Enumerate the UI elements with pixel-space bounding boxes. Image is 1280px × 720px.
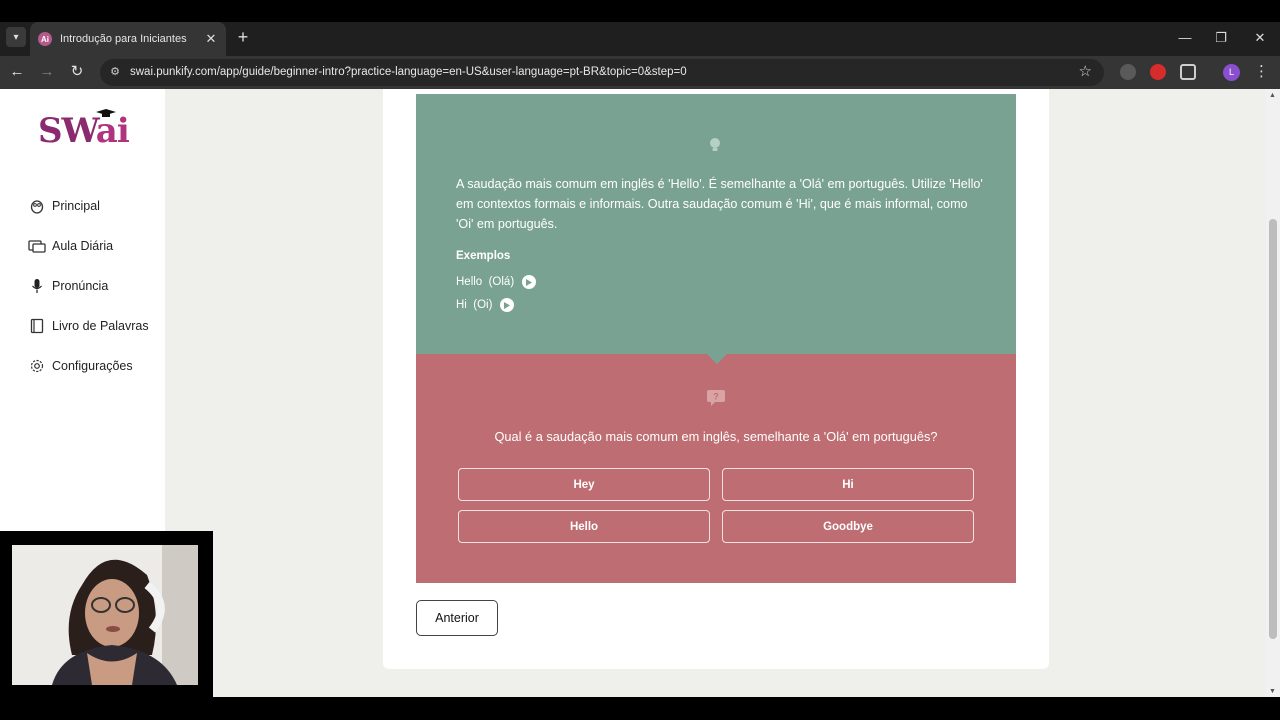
example-item: Hi (Oi) (456, 298, 515, 312)
scroll-up-arrow-icon[interactable]: ▲ (1269, 92, 1276, 99)
panel-notch (706, 353, 728, 364)
explanation-panel: A saudação mais comum em inglês é 'Hello… (416, 94, 1016, 354)
tab-title: Introdução para Iniciantes (60, 33, 187, 45)
tab-strip: ▾ Ai Introdução para Iniciantes ✕ + — ❐ … (0, 22, 1280, 56)
sidebar-item-label: Pronúncia (52, 279, 109, 293)
webcam-overlay (0, 531, 213, 697)
lesson-card: A saudação mais comum em inglês é 'Hello… (383, 89, 1049, 669)
tab-search-button[interactable]: ▾ (6, 27, 26, 47)
tab-close-icon[interactable]: ✕ (204, 31, 218, 47)
url-text[interactable]: swai.punkify.com/app/guide/beginner-intr… (130, 66, 687, 78)
browser-tab[interactable]: Ai Introdução para Iniciantes ✕ (30, 22, 226, 56)
swai-logo[interactable]: SWai (38, 109, 130, 151)
sidebar-item-livro-de-palavras[interactable]: Livro de Palavras (28, 315, 149, 337)
play-audio-icon[interactable] (522, 275, 537, 289)
browser-menu-icon[interactable]: ⋮ (1254, 61, 1269, 83)
previous-button[interactable]: Anterior (416, 600, 498, 636)
examples-heading: Exemplos (456, 250, 511, 262)
page-scrollbar[interactable]: ▲ ▼ (1266, 89, 1280, 697)
book-icon (28, 317, 46, 335)
option-button[interactable]: Hello (458, 510, 710, 543)
extensions-puzzle-icon[interactable] (1180, 64, 1196, 80)
navigation-bar: ← → ↻ ⚙ swai.punkify.com/app/guide/begin… (0, 56, 1280, 89)
owl-icon (28, 197, 46, 215)
restore-button[interactable]: ❐ (1208, 27, 1234, 49)
play-audio-icon[interactable] (500, 298, 515, 312)
reload-button[interactable]: ↻ (64, 60, 90, 84)
sidebar-item-label: Livro de Palavras (52, 319, 149, 333)
screens-icon (28, 237, 46, 255)
question-bubble-icon: ? (707, 390, 725, 406)
bookmark-star-icon[interactable]: ☆ (1079, 63, 1092, 81)
extension-stop-icon[interactable] (1150, 64, 1166, 80)
new-tab-button[interactable]: + (234, 26, 252, 50)
scroll-down-arrow-icon[interactable]: ▼ (1269, 688, 1276, 695)
example-item: Hello (Olá) (456, 275, 537, 289)
quiz-question: Qual é a saudação mais comum em inglês, … (494, 429, 938, 444)
screen-bottom-bar (0, 697, 1280, 720)
microphone-icon (28, 277, 46, 295)
minimize-button[interactable]: — (1172, 27, 1198, 49)
profile-avatar[interactable]: L (1223, 64, 1240, 81)
screen-top-bar (0, 0, 1280, 22)
svg-text:?: ? (713, 392, 719, 402)
extension-icon[interactable] (1120, 64, 1136, 80)
sidebar-item-label: Configurações (52, 359, 133, 373)
gear-icon (28, 357, 46, 375)
lightbulb-icon (710, 138, 720, 151)
option-button[interactable]: Goodbye (722, 510, 974, 543)
graduation-cap-icon (96, 109, 116, 117)
close-window-button[interactable]: ✕ (1247, 27, 1273, 49)
explanation-text: A saudação mais comum em inglês é 'Hello… (456, 177, 983, 231)
quiz-panel: ? Qual é a saudação mais comum em inglês… (416, 353, 1016, 583)
address-bar[interactable]: ⚙ swai.punkify.com/app/guide/beginner-in… (100, 59, 1104, 86)
sidebar-item-principal[interactable]: Principal (28, 195, 100, 217)
example-text: Hi (Oi) (456, 299, 493, 311)
sidebar-item-pronuncia[interactable]: Pronúncia (28, 275, 108, 297)
option-button[interactable]: Hey (458, 468, 710, 501)
swai-favicon-icon: Ai (38, 32, 52, 46)
sidebar-item-aula-diaria[interactable]: Aula Diária (28, 235, 113, 257)
site-info-icon[interactable]: ⚙ (108, 65, 122, 79)
webcam-video (12, 545, 198, 685)
back-button[interactable]: ← (4, 60, 30, 84)
presenter-image (12, 545, 198, 685)
sidebar-item-label: Principal (52, 199, 100, 213)
option-button[interactable]: Hi (722, 468, 974, 501)
forward-button[interactable]: → (34, 60, 60, 84)
sidebar-item-label: Aula Diária (52, 239, 114, 253)
example-text: Hello (Olá) (456, 276, 515, 288)
sidebar-item-configuracoes[interactable]: Configurações (28, 355, 133, 377)
scrollbar-thumb[interactable] (1269, 219, 1277, 639)
